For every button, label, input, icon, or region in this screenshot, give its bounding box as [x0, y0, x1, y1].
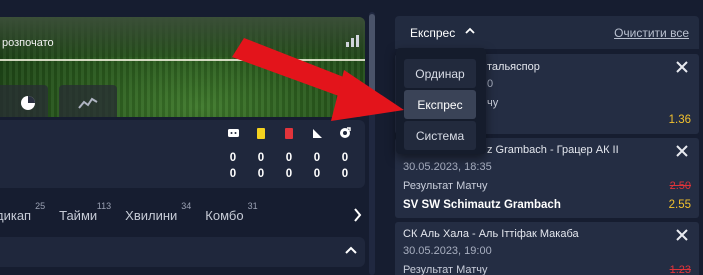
stat-value: 0	[257, 168, 265, 180]
bet-odds: 2.55	[668, 199, 691, 211]
pie-chart-icon	[21, 96, 35, 110]
tab-combo[interactable]: Комбо 31	[205, 201, 257, 223]
tab-count: 31	[247, 200, 258, 211]
chevron-right-icon	[353, 208, 361, 222]
penalty-icon	[340, 127, 351, 138]
tab-minutes[interactable]: Хвилини 34	[125, 201, 191, 223]
bet-datetime: 30.05.2023, 19:00	[403, 245, 492, 257]
bet-type-dropdown: Ординар Експрес Система	[396, 48, 486, 154]
bet-type-selector[interactable]: Експрес	[410, 26, 455, 40]
bet-market: чу	[487, 97, 499, 109]
line-chart-icon	[78, 97, 98, 109]
line-chart-button[interactable]	[59, 85, 117, 117]
bet-odds-old: 1.23	[669, 264, 691, 275]
stat-value: 0	[257, 152, 265, 164]
match-video[interactable]: розпочато	[0, 17, 365, 117]
bet-datetime: 30.05.2023, 18:35	[403, 161, 492, 173]
field-line	[0, 59, 365, 61]
stat-value: 0	[285, 168, 293, 180]
bet-market: Результат Матчу	[403, 264, 488, 275]
yellow-card-icon	[257, 127, 265, 139]
bet-odds: 1.36	[668, 114, 691, 126]
stat-col-corner-flag: 0 0	[303, 126, 331, 182]
stat-value: 0	[341, 168, 349, 180]
scrollbar-thumb[interactable]	[369, 14, 375, 94]
bet-odds-old: 2.50	[669, 180, 691, 192]
stat-value: 0	[285, 152, 293, 164]
close-icon[interactable]	[675, 228, 689, 242]
stat-col-corners: 0 0	[219, 126, 247, 182]
bet-event: СК Аль Хала - Аль Іттіфак Макаба	[403, 228, 579, 240]
option-system[interactable]: Система	[404, 121, 476, 150]
scoreboard: 0 0 0 0 0 0 0 0 0 0	[0, 120, 365, 188]
pie-chart-button[interactable]	[0, 85, 48, 117]
stat-value: 0	[229, 168, 237, 180]
tab-count: 25	[35, 200, 46, 211]
bet-datetime: 0	[487, 78, 494, 90]
tabs-next-button[interactable]	[350, 207, 364, 223]
match-status: розпочато	[2, 37, 54, 49]
option-express[interactable]: Експрес	[404, 90, 476, 119]
red-card-icon	[285, 127, 293, 139]
close-icon[interactable]	[675, 144, 689, 158]
chevron-up-icon[interactable]	[465, 27, 475, 34]
corner-card-icon	[227, 129, 239, 137]
bet-event: z Grambach - Грацер АК II	[487, 144, 619, 156]
stat-columns: 0 0 0 0 0 0 0 0 0 0	[219, 126, 359, 182]
bet-card: СК Аль Хала - Аль Іттіфак Макаба 30.05.2…	[395, 222, 699, 275]
bet-event: тальяспор	[487, 61, 540, 73]
tab-count: 113	[96, 200, 112, 211]
betslip-header: Експрес Очистити все	[395, 16, 699, 49]
tab-count: 34	[181, 200, 192, 211]
corner-flag-icon	[312, 128, 322, 138]
stat-value: 0	[313, 152, 321, 164]
bet-market: Результат Матчу	[403, 180, 488, 192]
stat-col-penalty: 0 0	[331, 126, 359, 182]
stat-value: 0	[341, 152, 349, 164]
video-overlay	[0, 17, 365, 57]
market-section[interactable]	[0, 237, 365, 267]
chevron-up-icon[interactable]	[345, 246, 357, 254]
stat-col-red: 0 0	[275, 126, 303, 182]
bet-selection: SV SW Schimautz Grambach	[403, 199, 561, 211]
option-single[interactable]: Ординар	[404, 59, 476, 88]
close-icon[interactable]	[675, 60, 689, 74]
tab-halves[interactable]: Тайми 113	[59, 201, 111, 223]
clear-all-link[interactable]: Очистити все	[614, 26, 689, 40]
stat-value: 0	[229, 152, 237, 164]
stat-value: 0	[313, 168, 321, 180]
market-tabs: дикап25 Тайми113 Хвилини34 Комбо31	[0, 195, 375, 235]
tab-handicap[interactable]: дикап25	[0, 201, 45, 223]
stats-bars-icon[interactable]	[346, 35, 359, 47]
match-column: розпочато 0 0 0 0 0 0 0 0 0 0 икап 25 Та…	[0, 0, 365, 275]
stat-col-yellow: 0 0	[247, 126, 275, 182]
